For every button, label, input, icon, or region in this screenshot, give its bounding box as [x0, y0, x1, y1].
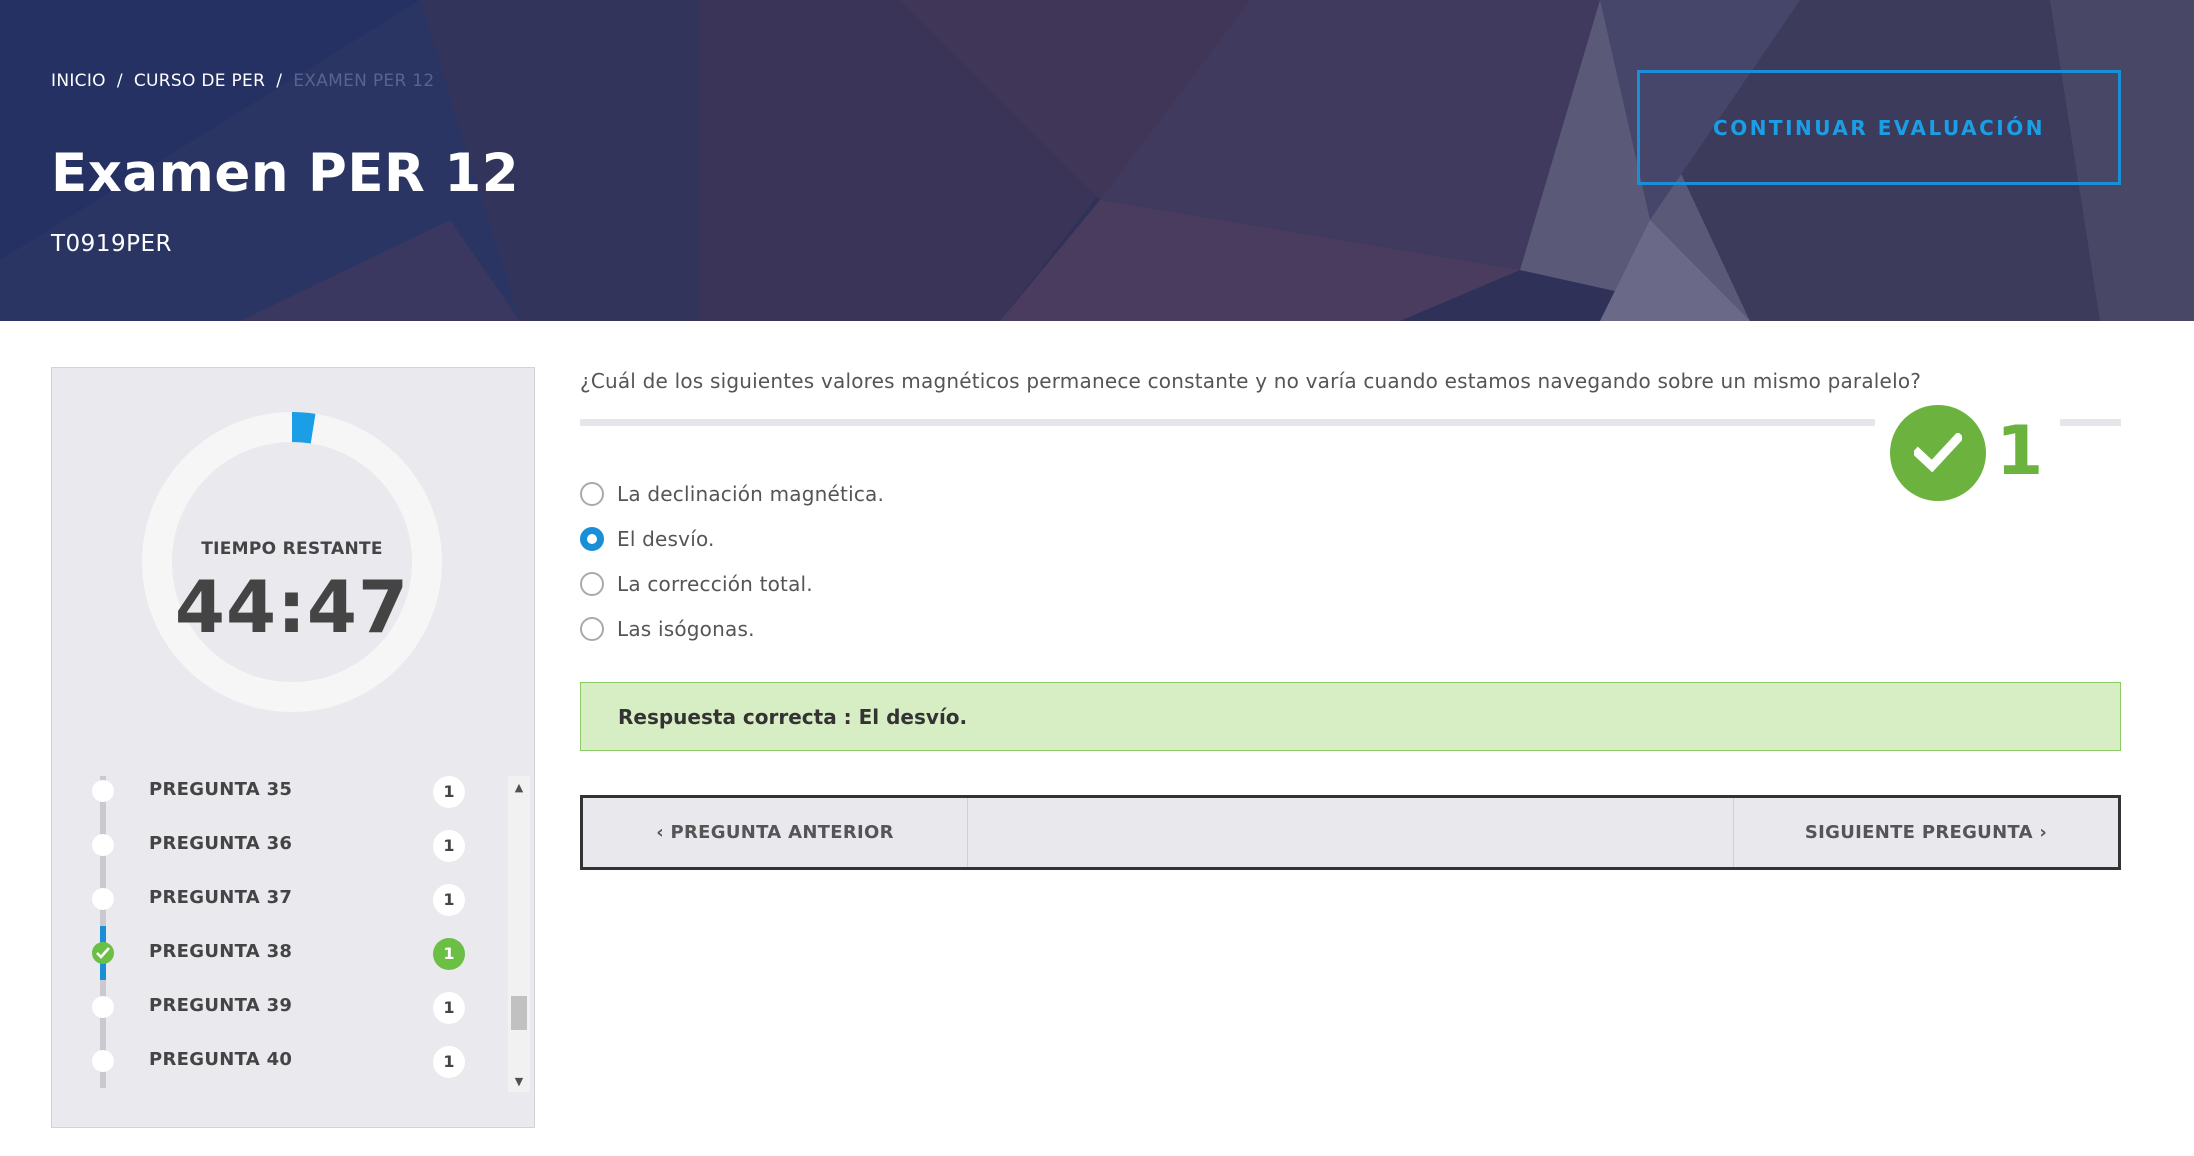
question-list-item[interactable]: PREGUNTA 39 1 — [52, 980, 507, 1034]
status-dot — [92, 780, 114, 802]
arrow-up-icon[interactable]: ▲ — [508, 778, 530, 796]
breadcrumb-current: EXAMEN PER 12 — [293, 71, 435, 91]
option-label: La declinación magnética. — [617, 481, 885, 506]
timer-ring: TIEMPO RESTANTE 44:47 — [142, 412, 442, 712]
answer-option[interactable]: Las isógonas. — [580, 606, 884, 651]
question-list-item[interactable]: PREGUNTA 35 1 — [52, 776, 507, 818]
score-badge: 1 — [433, 992, 465, 1024]
question-label: PREGUNTA 39 — [149, 995, 293, 1016]
question-label: PREGUNTA 35 — [149, 779, 293, 800]
page-title: Examen PER 12 — [51, 143, 520, 204]
answer-options: La declinación magnética. El desvío. La … — [580, 471, 884, 651]
question-list-item-current[interactable]: PREGUNTA 38 1 — [52, 926, 507, 980]
question-label: PREGUNTA 38 — [149, 941, 293, 962]
question-list: PREGUNTA 35 1 PREGUNTA 36 1 PREGUNTA 37 … — [52, 776, 507, 1088]
question-score: 1 — [1996, 412, 2044, 491]
question-list-item[interactable]: PREGUNTA 40 1 — [52, 1034, 507, 1088]
score-badge: 1 — [433, 830, 465, 862]
question-label: PREGUNTA 40 — [149, 1049, 293, 1070]
status-dot-correct — [92, 942, 114, 964]
breadcrumb-separator: / — [116, 71, 123, 91]
question-label: PREGUNTA 36 — [149, 833, 293, 854]
answer-option-selected[interactable]: El desvío. — [580, 516, 884, 561]
option-label: El desvío. — [617, 526, 715, 551]
feedback-text: Respuesta correcta : El desvío. — [618, 705, 968, 729]
score-badge: 1 — [433, 884, 465, 916]
page-header: INICIO / CURSO DE PER / EXAMEN PER 12 Ex… — [0, 0, 2194, 321]
question-list-viewport: PREGUNTA 35 1 PREGUNTA 36 1 PREGUNTA 37 … — [52, 776, 507, 1092]
navigation-spacer — [969, 798, 1734, 867]
breadcrumb-separator: / — [276, 71, 283, 91]
question-list-scrollbar[interactable]: ▲ ▼ — [508, 776, 530, 1092]
timer-value: 44:47 — [174, 565, 410, 649]
check-icon — [1914, 433, 1962, 473]
question-navigation: ‹ PREGUNTA ANTERIOR SIGUIENTE PREGUNTA › — [580, 795, 2121, 870]
next-question-button[interactable]: SIGUIENTE PREGUNTA › — [1733, 798, 2118, 867]
arrow-down-icon[interactable]: ▼ — [508, 1072, 530, 1090]
correct-check-badge — [1890, 405, 1986, 501]
radio-button[interactable] — [580, 616, 604, 641]
breadcrumb-home-link[interactable]: INICIO — [51, 71, 106, 91]
score-badge: 1 — [433, 776, 465, 808]
status-dot — [92, 1050, 114, 1072]
previous-question-button[interactable]: ‹ PREGUNTA ANTERIOR — [583, 798, 968, 867]
answer-option[interactable]: La corrección total. — [580, 561, 884, 606]
answer-option[interactable]: La declinación magnética. — [580, 471, 884, 516]
status-dot — [92, 834, 114, 856]
radio-button-selected[interactable] — [580, 526, 604, 551]
continue-evaluation-button[interactable]: CONTINUAR EVALUACIÓN — [1637, 70, 2121, 185]
option-label: Las isógonas. — [617, 616, 755, 641]
option-label: La corrección total. — [617, 571, 813, 596]
question-list-item[interactable]: PREGUNTA 36 1 — [52, 818, 507, 872]
status-dot — [92, 996, 114, 1018]
timer-label: TIEMPO RESTANTE — [201, 539, 383, 559]
timer-progress-ring — [142, 412, 442, 712]
question-label: PREGUNTA 37 — [149, 887, 293, 908]
exam-code: T0919PER — [51, 231, 172, 257]
scrollbar-thumb[interactable] — [511, 996, 527, 1030]
exam-sidebar: TIEMPO RESTANTE 44:47 PREGUNTA 35 1 PREG… — [51, 367, 535, 1128]
score-badge: 1 — [433, 938, 465, 970]
question-list-item[interactable]: PREGUNTA 37 1 — [52, 872, 507, 926]
radio-button[interactable] — [580, 571, 604, 596]
radio-button[interactable] — [580, 481, 604, 506]
breadcrumb-course-link[interactable]: CURSO DE PER — [134, 71, 265, 91]
feedback-box: Respuesta correcta : El desvío. — [580, 682, 2121, 751]
status-dot — [92, 888, 114, 910]
score-badge: 1 — [433, 1046, 465, 1078]
breadcrumb: INICIO / CURSO DE PER / EXAMEN PER 12 — [51, 71, 435, 91]
question-text: ¿Cuál de los siguientes valores magnétic… — [580, 369, 1922, 393]
check-icon — [96, 947, 110, 959]
